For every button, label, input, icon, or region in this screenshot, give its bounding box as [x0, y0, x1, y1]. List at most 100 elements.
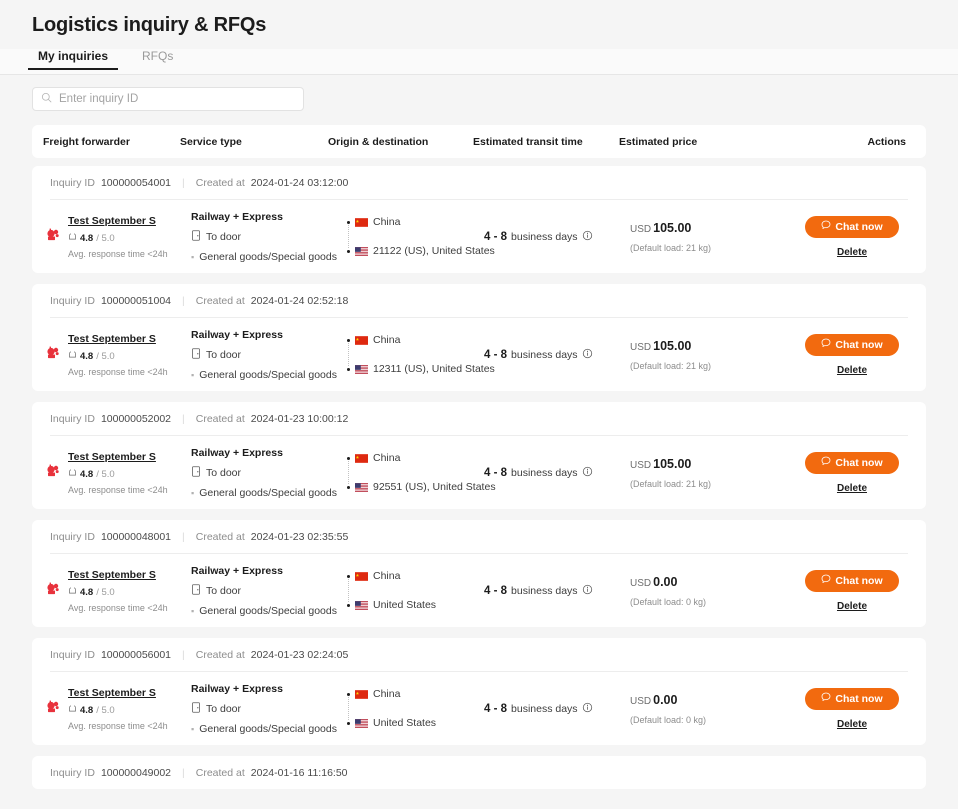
transit-info-icon[interactable]: [582, 348, 593, 362]
page-title: Logistics inquiry & RFQs: [32, 14, 267, 36]
inquiry-id-value: 100000051004: [100, 294, 172, 307]
tab-rfqs[interactable]: RFQs: [136, 49, 179, 70]
search-icon: [41, 90, 52, 108]
forwarder-name-link[interactable]: Test September S: [68, 215, 168, 227]
transit-range: 4 - 8: [484, 230, 508, 243]
transit-info-icon[interactable]: [582, 466, 593, 480]
origin-row: China: [347, 334, 484, 346]
search-area: [0, 75, 958, 111]
rating-scale: / 5.0: [96, 350, 115, 362]
origin-label: China: [373, 688, 401, 700]
origin-dot-icon: [347, 692, 350, 696]
origin-label: China: [373, 334, 401, 346]
price-amount: 105.00: [653, 220, 692, 235]
actions-cell: Chat now Delete: [790, 569, 926, 612]
transit-range: 4 - 8: [484, 348, 508, 361]
inquiry-card: Inquiry ID 100000048001 | Created at 202…: [32, 520, 926, 627]
rating-badge-icon: [68, 350, 77, 362]
forwarder-info: Test September S 4.8 / 5.0 Avg. response…: [68, 686, 168, 731]
search-box[interactable]: [32, 87, 304, 111]
service-type-cell: Railway + Express To door ▪ General good…: [191, 565, 339, 617]
rating-badge-icon: [68, 704, 77, 716]
transit-range: 4 - 8: [484, 702, 508, 715]
column-header-estimated-price: Estimated price: [619, 135, 698, 148]
rating-scale: / 5.0: [96, 586, 115, 598]
forwarder-name-link[interactable]: Test September S: [68, 451, 168, 463]
estimated-price-cell: USD 105.00 (Default load: 21 kg): [630, 457, 790, 489]
transit-unit: business days: [511, 584, 578, 597]
flag-china-icon: [355, 453, 368, 463]
chat-now-button[interactable]: Chat now: [805, 687, 899, 710]
destination-label: 12311 (US), United States: [373, 363, 495, 375]
inquiry-id-value: 100000049002: [100, 766, 172, 779]
flag-china-icon: [355, 571, 368, 581]
destination-row: United States: [347, 599, 484, 611]
chat-now-button[interactable]: Chat now: [805, 215, 899, 238]
delete-link[interactable]: Delete: [837, 483, 867, 494]
meta-separator: |: [182, 648, 185, 661]
estimated-transit-time-cell: 4 - 8 business days: [484, 584, 630, 598]
forwarder-info: Test September S 4.8 / 5.0 Avg. response…: [68, 568, 168, 613]
estimated-price-cell: USD 105.00 (Default load: 21 kg): [630, 339, 790, 371]
flag-china-icon: [355, 689, 368, 699]
rating-value: 4.8: [80, 468, 94, 480]
transit-info-icon[interactable]: [582, 230, 593, 244]
created-at-label: Created at: [195, 766, 245, 779]
delete-link[interactable]: Delete: [837, 601, 867, 612]
origin-row: China: [347, 216, 484, 228]
search-input[interactable]: [59, 93, 295, 105]
destination-row: 12311 (US), United States: [347, 363, 495, 375]
chat-bubble-icon: [821, 574, 831, 587]
forwarder-rating: 4.8 / 5.0: [68, 704, 168, 716]
forwarder-logo-icon: [43, 696, 63, 716]
service-type-title: Railway + Express: [191, 328, 283, 341]
delete-link[interactable]: Delete: [837, 365, 867, 376]
chat-bubble-icon: [821, 456, 831, 469]
door-delivery-icon: [191, 229, 201, 244]
flag-united-states-icon: [355, 718, 368, 728]
estimated-transit-time-cell: 4 - 8 business days: [484, 348, 630, 362]
estimated-price-cell: USD 0.00 (Default load: 0 kg): [630, 575, 790, 607]
destination-label: United States: [373, 599, 437, 611]
created-at-label: Created at: [195, 530, 245, 543]
chat-now-button[interactable]: Chat now: [805, 451, 899, 474]
rating-badge-icon: [68, 586, 77, 598]
meta-separator: |: [182, 294, 185, 307]
forwarder-name-link[interactable]: Test September S: [68, 333, 168, 345]
delete-link[interactable]: Delete: [837, 247, 867, 258]
estimated-transit-time-cell: 4 - 8 business days: [484, 702, 630, 716]
column-header-origin-destination: Origin & destination: [328, 135, 429, 148]
inquiry-id-value: 100000056001: [100, 648, 172, 661]
actions-cell: Chat now Delete: [790, 451, 926, 494]
tab-my-inquiries[interactable]: My inquiries: [27, 49, 119, 70]
transit-info-icon[interactable]: [582, 702, 593, 716]
forwarder-name-link[interactable]: Test September S: [68, 687, 168, 699]
inquiry-card-meta: Inquiry ID 100000051004 | Created at 202…: [32, 284, 926, 317]
chat-now-button[interactable]: Chat now: [805, 569, 899, 592]
inquiry-card: Inquiry ID 100000052002 | Created at 202…: [32, 402, 926, 509]
service-type-cell: Railway + Express To door ▪ General good…: [191, 447, 339, 499]
forwarder-info: Test September S 4.8 / 5.0 Avg. response…: [68, 450, 168, 495]
rating-badge-icon: [68, 468, 77, 480]
price-amount: 0.00: [653, 574, 678, 589]
service-type-cell: Railway + Express To door ▪ General good…: [191, 329, 339, 381]
chat-now-button[interactable]: Chat now: [805, 333, 899, 356]
inquiry-id-label: Inquiry ID: [50, 648, 95, 661]
price-currency: USD: [630, 695, 652, 707]
destination-row: United States: [347, 717, 484, 729]
destination-dot-icon: [347, 721, 350, 725]
service-type-cell: Railway + Express To door ▪ General good…: [191, 211, 339, 263]
column-header-actions: Actions: [867, 135, 906, 148]
inquiry-card-meta: Inquiry ID 100000054001 | Created at 202…: [32, 166, 926, 199]
forwarder-response-time: Avg. response time <24h: [68, 485, 168, 495]
delete-link[interactable]: Delete: [837, 719, 867, 730]
inquiry-card-body: Test September S 4.8 / 5.0 Avg. response…: [32, 318, 926, 391]
inquiry-id-value: 100000048001: [100, 530, 172, 543]
inquiry-card-body: Test September S 4.8 / 5.0 Avg. response…: [32, 436, 926, 509]
price-main: USD 0.00: [630, 693, 790, 707]
transit-info-icon[interactable]: [582, 584, 593, 598]
forwarder-name-link[interactable]: Test September S: [68, 569, 168, 581]
tab-bar: My inquiries RFQs: [0, 49, 958, 75]
destination-dot-icon: [347, 485, 350, 489]
chat-now-label: Chat now: [835, 456, 883, 469]
